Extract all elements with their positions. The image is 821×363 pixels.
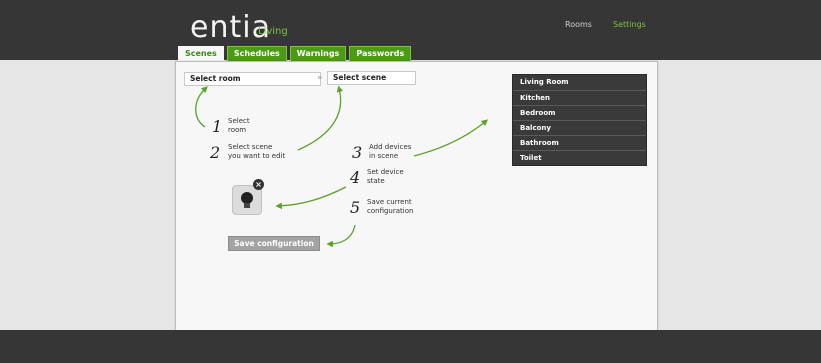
- select-scene-dropdown[interactable]: Select scene: [327, 71, 416, 85]
- nav-rooms-link[interactable]: Rooms: [565, 20, 592, 29]
- lightbulb-base: [244, 203, 250, 208]
- tab-schedules[interactable]: Schedules: [226, 46, 287, 61]
- step-3-text: Add devices in scene: [369, 143, 412, 160]
- room-list: Living Room Kitchen Bedroom Balcony Bath…: [512, 74, 647, 166]
- step-3-number: 3: [352, 143, 363, 162]
- bottom-bar: [0, 330, 821, 363]
- breadcrumb-separator: »: [317, 73, 323, 83]
- save-configuration-button[interactable]: Save configuration: [228, 236, 320, 251]
- tab-warnings[interactable]: Warnings: [289, 46, 347, 61]
- step-1-number: 1: [212, 117, 223, 136]
- tab-scenes[interactable]: Scenes: [178, 46, 224, 61]
- logo-subtitle: Living: [258, 26, 288, 37]
- room-item-bedroom[interactable]: Bedroom: [513, 105, 646, 120]
- room-item-kitchen[interactable]: Kitchen: [513, 90, 646, 105]
- step-4-number: 4: [350, 168, 361, 187]
- step-2-number: 2: [210, 143, 221, 162]
- step-5-text: Save current configuration: [367, 198, 414, 215]
- room-item-toilet[interactable]: Toilet: [513, 150, 646, 165]
- step-5-number: 5: [350, 198, 361, 217]
- room-item-living-room[interactable]: Living Room: [513, 75, 646, 90]
- select-room-dropdown[interactable]: Select room: [184, 72, 321, 86]
- room-item-bathroom[interactable]: Bathroom: [513, 135, 646, 150]
- room-item-balcony[interactable]: Balcony: [513, 120, 646, 135]
- step-1-text: Select room: [228, 117, 250, 134]
- nav-settings-link[interactable]: Settings: [613, 20, 646, 29]
- close-icon[interactable]: ×: [253, 179, 264, 190]
- tab-bar: Scenes Schedules Warnings Passwords: [178, 46, 412, 61]
- step-4-text: Set device state: [367, 168, 404, 185]
- tab-passwords[interactable]: Passwords: [349, 46, 412, 61]
- step-2-text: Select scene you want to edit: [228, 143, 286, 160]
